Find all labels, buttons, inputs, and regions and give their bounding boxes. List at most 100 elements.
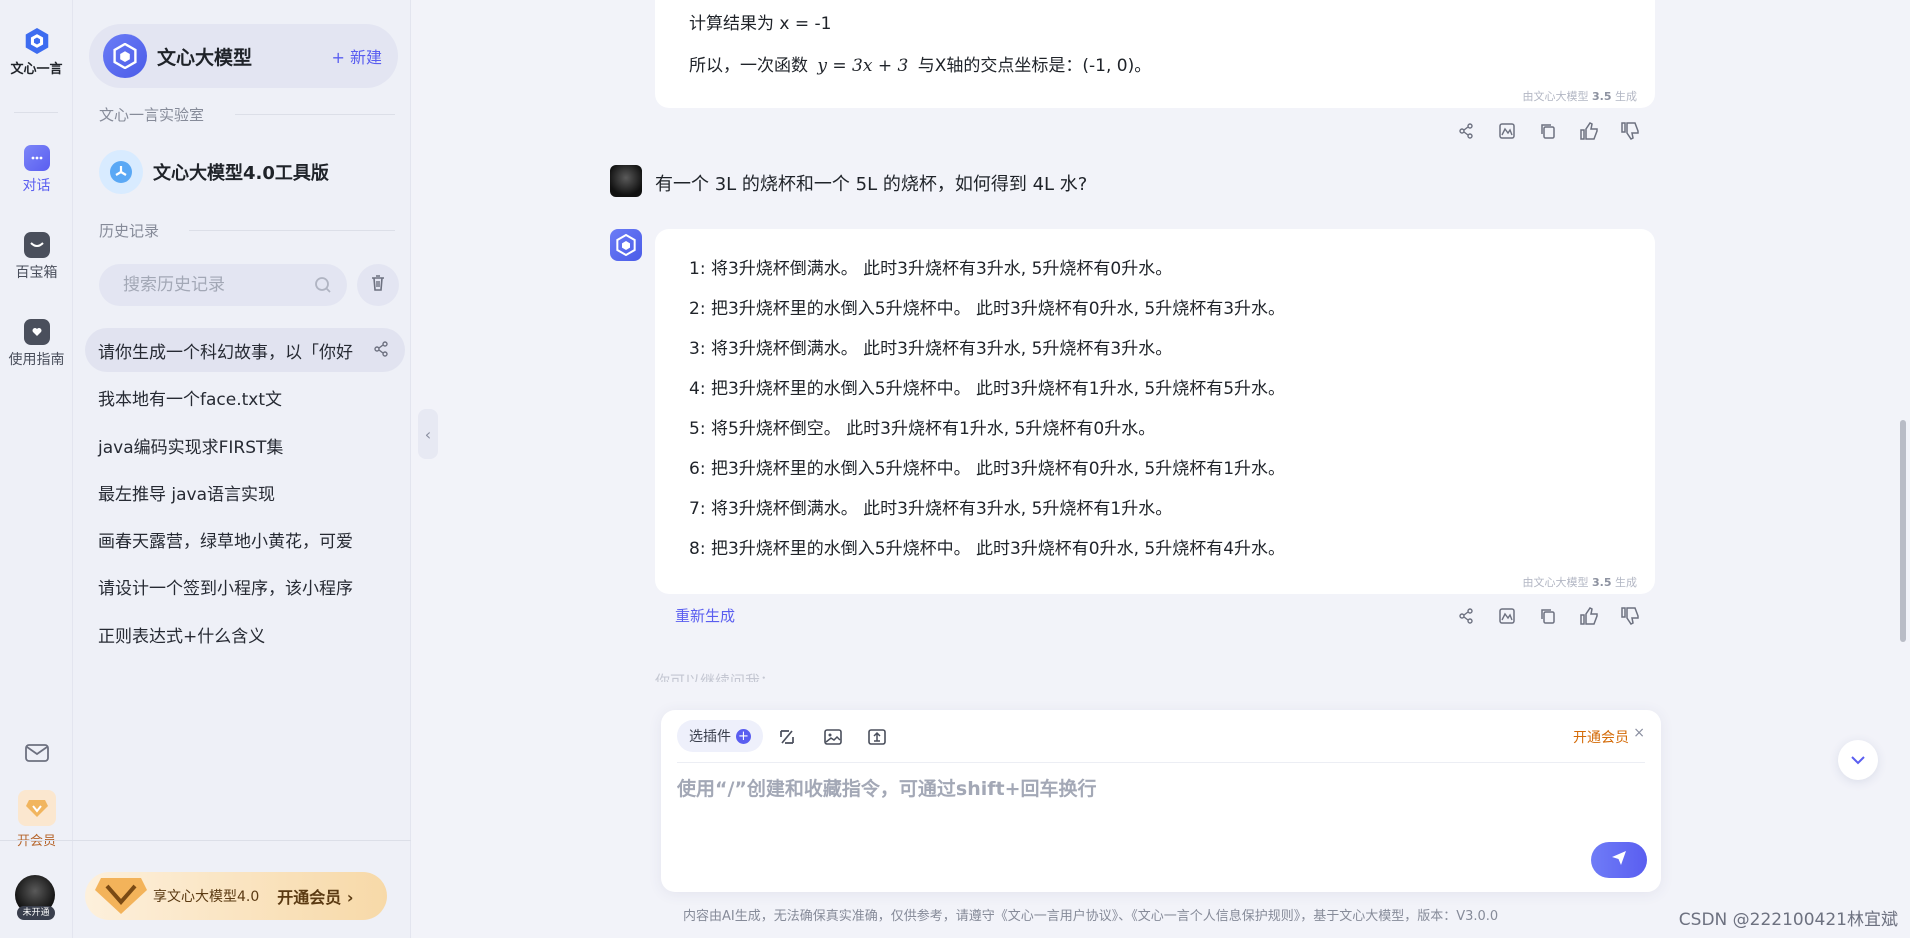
toolbox-icon [23, 232, 50, 258]
app-logo[interactable]: 文心一言 [0, 28, 73, 77]
mail-icon [24, 740, 50, 766]
prompt-input[interactable] [677, 774, 1637, 834]
followup-label: 你可以继续问我： [655, 672, 776, 682]
answer-actions [1455, 605, 1641, 627]
plus-icon: + [736, 728, 751, 744]
history-item[interactable]: java编码实现求FIRST集 [85, 423, 405, 467]
send-icon [1610, 849, 1628, 871]
share-icon[interactable] [1455, 605, 1477, 627]
new-chat-button[interactable]: + 新建 [332, 44, 383, 68]
answer-step: 4: 把3升烧杯里的水倒入5升烧杯中。 此时3升烧杯有1升水, 5升烧杯有5升水… [689, 379, 1286, 399]
model-tag: 由文心大模型 3.5 生成 [1522, 576, 1638, 589]
composer: 选插件 + 开通会员 × [661, 710, 1661, 892]
scrollbar[interactable] [1900, 420, 1906, 642]
answer-actions [1455, 120, 1641, 142]
history-search-input[interactable] [123, 275, 303, 295]
sidebar-divider [73, 840, 411, 841]
user-question: 有一个 3L 的烧杯和一个 5L 的烧杯，如何得到 4L 水? [655, 174, 1088, 195]
regenerate-button[interactable]: 重新生成 [675, 605, 735, 626]
answer-step: 2: 把3升烧杯里的水倒入5升烧杯中。 此时3升烧杯有0升水, 5升烧杯有3升水… [689, 299, 1286, 319]
chevron-left-icon: ‹ [424, 424, 432, 444]
send-button[interactable] [1591, 842, 1647, 878]
thumbs-down-icon[interactable] [1619, 605, 1641, 627]
thumbs-up-icon[interactable] [1578, 120, 1600, 142]
mail-button[interactable] [0, 740, 73, 770]
vip-banner-text: 享文心大模型4.0 [153, 889, 260, 905]
copy-icon[interactable] [1537, 605, 1559, 627]
collapse-sidebar-button[interactable]: ‹ [418, 409, 438, 459]
vip-gem-icon [17, 790, 56, 826]
history-item[interactable]: 画春天露营，绿草地小黄花，可爱 [85, 517, 405, 561]
share-icon[interactable] [1455, 120, 1477, 142]
answer-step: 1: 将3升烧杯倒满水。 此时3升烧杯有3升水, 5升烧杯有0升水。 [689, 259, 1173, 279]
history-item[interactable]: 最左推导 java语言实现 [85, 470, 405, 514]
guide-icon [23, 319, 50, 345]
vip-gem-icon [93, 870, 149, 920]
scroll-to-bottom-button[interactable] [1838, 740, 1878, 780]
lab-item-tool-version[interactable]: 文心大模型4.0工具版 [99, 150, 329, 194]
rail-item-chat[interactable]: 对话 [0, 145, 73, 195]
history-item[interactable]: 请设计一个签到小程序，该小程序 [85, 564, 405, 608]
vip-banner-cta: 开通会员 › [277, 888, 354, 907]
history-section-label: 历史记录 [99, 222, 160, 240]
composer-vip-link[interactable]: 开通会员 [1573, 727, 1629, 747]
history-item[interactable]: 我本地有一个face.txt文 [85, 375, 405, 419]
app-logo-label: 文心一言 [10, 62, 63, 77]
image-export-icon[interactable] [1496, 120, 1518, 142]
rail-divider [0, 840, 73, 841]
rail-item-chat-label: 对话 [22, 178, 51, 194]
rail-item-guide[interactable]: 使用指南 [0, 319, 73, 369]
thumbs-up-icon[interactable] [1578, 605, 1600, 627]
command-icon[interactable] [777, 727, 797, 751]
image-upload-icon[interactable] [823, 727, 843, 751]
rail-item-guide-label: 使用指南 [8, 352, 65, 368]
brand-logo-icon [103, 34, 147, 78]
brand-card[interactable]: 文心大模型 + 新建 [89, 24, 398, 88]
copy-icon[interactable] [1537, 120, 1559, 142]
history-item[interactable]: 正则表达式+什么含义 [85, 612, 405, 656]
answer-line: 所以，一次函数 y = 3x + 3 与X轴的交点坐标是：(-1, 0)。 [689, 56, 1655, 76]
answer-line: 计算结果为 x = -1 [689, 14, 832, 34]
trash-icon [369, 274, 387, 296]
history-item-label: java编码实现求FIRST集 [98, 437, 284, 458]
share-icon[interactable] [373, 341, 389, 362]
chat-icon [23, 145, 50, 171]
close-vip-tip-button[interactable]: × [1633, 725, 1645, 741]
lab-section-label: 文心一言实验室 [99, 106, 205, 124]
history-search [99, 264, 347, 306]
avatar-badge: 未开通 [17, 906, 55, 920]
previous-answer-card: 计算结果为 x = -1 所以，一次函数 y = 3x + 3 与X轴的交点坐标… [655, 0, 1655, 108]
rail-item-toolbox[interactable]: 百宝箱 [0, 232, 73, 282]
user-avatar [610, 165, 642, 197]
chevron-down-icon [1849, 751, 1867, 770]
brand-name: 文心大模型 [157, 46, 253, 69]
icon-rail: 文心一言 对话 百宝箱 使用指南 开会员 未开通 [0, 0, 73, 938]
history-item[interactable]: 请你生成一个科幻故事，以「你好 [85, 328, 405, 372]
file-upload-icon[interactable] [867, 727, 887, 751]
footer-disclaimer: 内容由AI生成，无法确保真实准确，仅供参考，请遵守《文心一言用户协议》、《文心一… [683, 909, 1499, 924]
section-divider [235, 114, 395, 115]
clear-history-button[interactable] [357, 264, 399, 306]
sidebar: 文心大模型 + 新建 文心一言实验室 文心大模型4.0工具版 历史记录 请你生成… [73, 0, 411, 938]
watermark: CSDN @222100421林宜斌 [1678, 910, 1898, 930]
select-plugin-button[interactable]: 选插件 + [677, 720, 763, 752]
math-expression: y = 3x + 3 [817, 56, 909, 76]
bot-avatar [610, 229, 642, 261]
logo-icon [24, 28, 50, 54]
search-icon[interactable] [313, 275, 333, 299]
vip-banner[interactable]: 享文心大模型4.0 开通会员 › [85, 872, 387, 920]
answer-card: 1: 将3升烧杯倒满水。 此时3升烧杯有3升水, 5升烧杯有0升水。 2: 把3… [655, 229, 1655, 594]
lab-tool-icon [99, 150, 143, 194]
plugin-label: 选插件 [689, 729, 731, 745]
answer-step: 3: 将3升烧杯倒满水。 此时3升烧杯有3升水, 5升烧杯有3升水。 [689, 339, 1173, 359]
model-tag: 由文心大模型 3.5 生成 [1522, 90, 1638, 103]
thumbs-down-icon[interactable] [1619, 120, 1641, 142]
answer-step: 8: 把3升烧杯里的水倒入5升烧杯中。 此时3升烧杯有0升水, 5升烧杯有4升水… [689, 539, 1286, 559]
history-item-label: 请设计一个签到小程序，该小程序 [98, 578, 353, 599]
image-export-icon[interactable] [1496, 605, 1518, 627]
answer-text: 与X轴的交点坐标是：(-1, 0)。 [917, 56, 1152, 76]
rail-divider [14, 112, 58, 113]
composer-divider [677, 762, 1645, 763]
section-divider [189, 230, 395, 231]
lab-item-label: 文心大模型4.0工具版 [153, 163, 329, 184]
